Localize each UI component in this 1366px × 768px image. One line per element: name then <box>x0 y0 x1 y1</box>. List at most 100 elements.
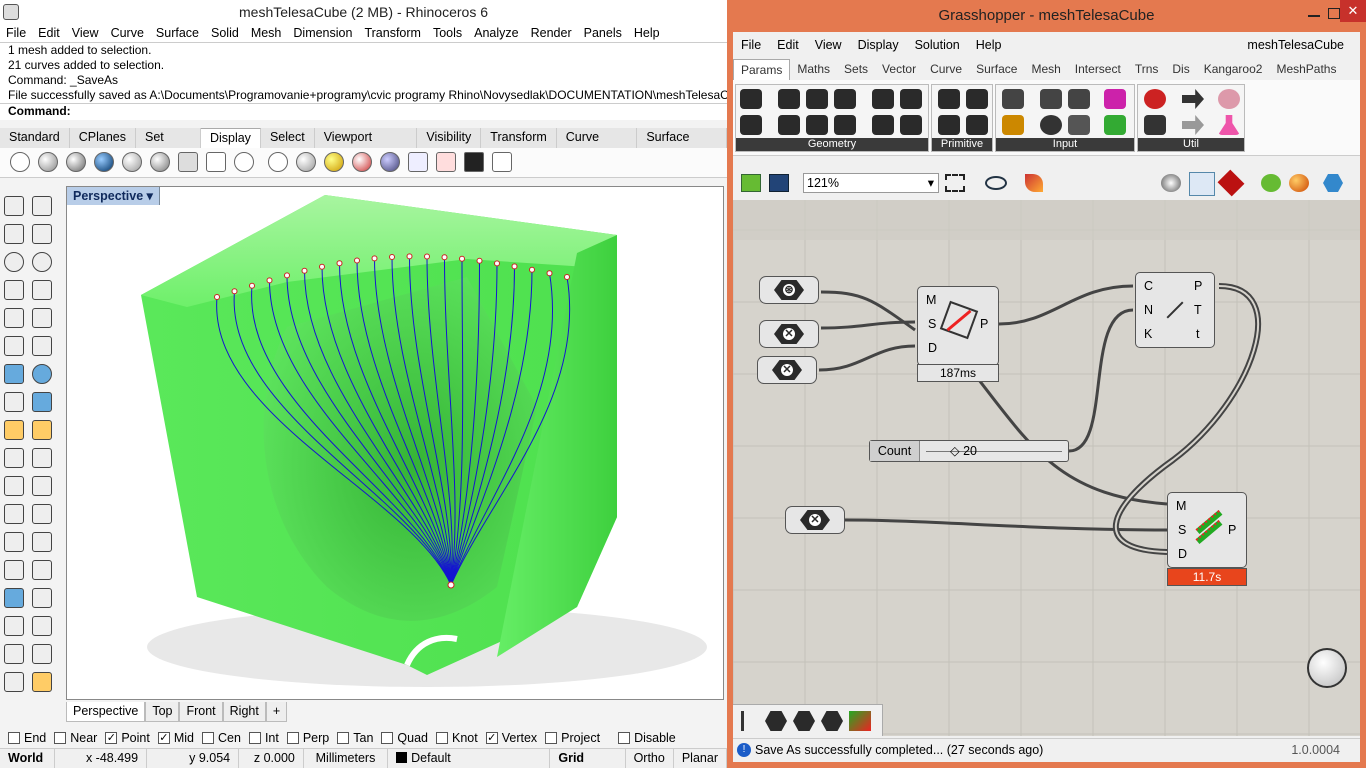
slider-grip[interactable]: ◇ 20 <box>950 443 977 458</box>
osnap-disable[interactable]: Disable <box>618 731 676 745</box>
brep-param-icon[interactable] <box>872 89 894 109</box>
gh-menu-view[interactable]: View <box>807 38 850 52</box>
hide-icon[interactable] <box>436 152 456 172</box>
input-n[interactable]: N <box>1144 303 1153 317</box>
osnap-checkbox[interactable] <box>8 732 20 744</box>
menu-solid[interactable]: Solid <box>205 24 245 42</box>
input-d[interactable]: D <box>928 341 937 355</box>
curve-param-1[interactable]: ✕ <box>759 320 819 348</box>
section-icon[interactable] <box>408 152 428 172</box>
dimension-icon[interactable] <box>4 448 24 468</box>
preview-wire-icon[interactable] <box>1161 174 1181 192</box>
properties-icon[interactable] <box>32 672 52 692</box>
save-file-icon[interactable] <box>769 174 789 192</box>
osnap-checkbox[interactable] <box>202 732 214 744</box>
artistic-icon[interactable] <box>178 152 198 172</box>
select-icon[interactable] <box>4 196 24 216</box>
arrow-right-icon[interactable] <box>1182 89 1204 109</box>
gh-tab-trns[interactable]: Trns <box>1128 62 1166 76</box>
navigation-compass-icon[interactable] <box>1307 648 1347 688</box>
input-c[interactable]: C <box>1144 279 1153 293</box>
polyline-icon[interactable] <box>4 224 24 244</box>
integer-param-icon[interactable] <box>938 89 960 109</box>
input-s[interactable]: S <box>1178 523 1186 537</box>
plane-param-icon[interactable] <box>806 115 828 135</box>
close-icon[interactable]: ✕ <box>1340 0 1366 22</box>
osnap-checkbox[interactable] <box>337 732 350 744</box>
zoom-extents-icon[interactable] <box>945 174 965 192</box>
sketch-icon[interactable] <box>1025 174 1043 192</box>
osnap-point[interactable]: ✓ Point <box>105 731 150 745</box>
menu-edit[interactable]: Edit <box>32 24 66 42</box>
mesh-widget-icon[interactable] <box>765 711 787 731</box>
viewport-tab-front[interactable]: Front <box>179 702 223 722</box>
layer-selector[interactable]: Default <box>388 749 551 768</box>
point-param-icon[interactable] <box>834 115 856 135</box>
gh-menu-help[interactable]: Help <box>968 38 1010 52</box>
environment-icon[interactable] <box>380 152 400 172</box>
perspective-viewport[interactable]: Perspective ▾ <box>66 186 724 700</box>
curve-param-3[interactable]: ✕ <box>785 506 845 534</box>
box-edit-icon[interactable] <box>4 588 24 608</box>
gh-tab-kangaroo2[interactable]: Kangaroo2 <box>1197 62 1270 76</box>
layer-icon[interactable] <box>4 672 24 692</box>
input-m[interactable]: M <box>926 293 936 307</box>
tab-transform[interactable]: Transform <box>481 128 557 148</box>
osnap-end[interactable]: End <box>8 731 46 745</box>
osnap-vertex[interactable]: ✓ Vertex <box>485 731 537 745</box>
boolean-param-icon[interactable] <box>966 89 988 109</box>
tab-display[interactable]: Display <box>200 128 261 148</box>
link-widget-icon[interactable] <box>821 711 843 731</box>
ghosted-icon[interactable] <box>94 152 114 172</box>
circle-icon[interactable] <box>4 252 24 272</box>
rendered-icon[interactable] <box>66 152 86 172</box>
cylinder-icon[interactable] <box>4 392 24 412</box>
output-t-upper[interactable]: T <box>1194 303 1202 317</box>
mesh-settings-icon[interactable] <box>1261 174 1281 192</box>
array-icon[interactable] <box>32 588 52 608</box>
osnap-cen[interactable]: Cen <box>202 731 241 745</box>
gh-tab-sets[interactable]: Sets <box>837 62 875 76</box>
gh-menu-file[interactable]: File <box>733 38 769 52</box>
osnap-project[interactable]: Project <box>545 731 600 745</box>
viewport-tab-right[interactable]: Right <box>222 702 266 722</box>
move-icon[interactable] <box>32 532 52 552</box>
sphere-solid-icon[interactable] <box>32 364 52 384</box>
output-p[interactable]: P <box>1194 279 1202 293</box>
osnap-checkbox[interactable]: ✓ <box>485 732 498 744</box>
menu-file[interactable]: File <box>0 24 32 42</box>
import-icon[interactable] <box>1002 89 1024 109</box>
gh-tab-curve[interactable]: Curve <box>923 62 969 76</box>
button-icon[interactable] <box>1040 115 1062 135</box>
point-icon[interactable] <box>32 196 52 216</box>
pen-icon[interactable] <box>206 152 226 172</box>
preview-shaded-icon[interactable] <box>1189 172 1215 196</box>
gh-tab-surface[interactable]: Surface <box>969 62 1024 76</box>
geometry-param-icon[interactable] <box>740 89 762 109</box>
slider-track[interactable] <box>926 451 1062 452</box>
input-d[interactable]: D <box>1178 547 1187 561</box>
menu-transform[interactable]: Transform <box>358 24 427 42</box>
osnap-checkbox[interactable] <box>545 732 558 744</box>
arc-icon[interactable] <box>4 280 24 300</box>
osnap-perp[interactable]: Perp <box>286 731 329 745</box>
gh-menu-display[interactable]: Display <box>850 38 907 52</box>
value-list-icon[interactable] <box>1068 115 1090 135</box>
osnap-tan[interactable]: Tan <box>337 731 373 745</box>
tab-surface-tools[interactable]: Surface Tools <box>637 128 727 163</box>
output-p[interactable]: P <box>980 317 988 331</box>
mesh-sphere-icon[interactable] <box>268 152 288 172</box>
scale-icon[interactable] <box>32 560 52 580</box>
viewport-tab-top[interactable]: Top <box>145 702 180 722</box>
input-s[interactable]: S <box>928 317 936 331</box>
graph-icon[interactable] <box>1002 115 1024 135</box>
split-icon[interactable] <box>32 476 52 496</box>
curve-param-2[interactable]: ✕ <box>757 356 817 384</box>
display-mode-icon[interactable] <box>1323 174 1343 192</box>
output-p[interactable]: P <box>1228 523 1236 537</box>
input-k[interactable]: K <box>1144 327 1152 341</box>
technical-icon[interactable] <box>150 152 170 172</box>
boolean-icon[interactable] <box>4 476 24 496</box>
osnap-checkbox[interactable] <box>618 732 631 744</box>
tab-standard[interactable]: Standard <box>0 128 70 148</box>
